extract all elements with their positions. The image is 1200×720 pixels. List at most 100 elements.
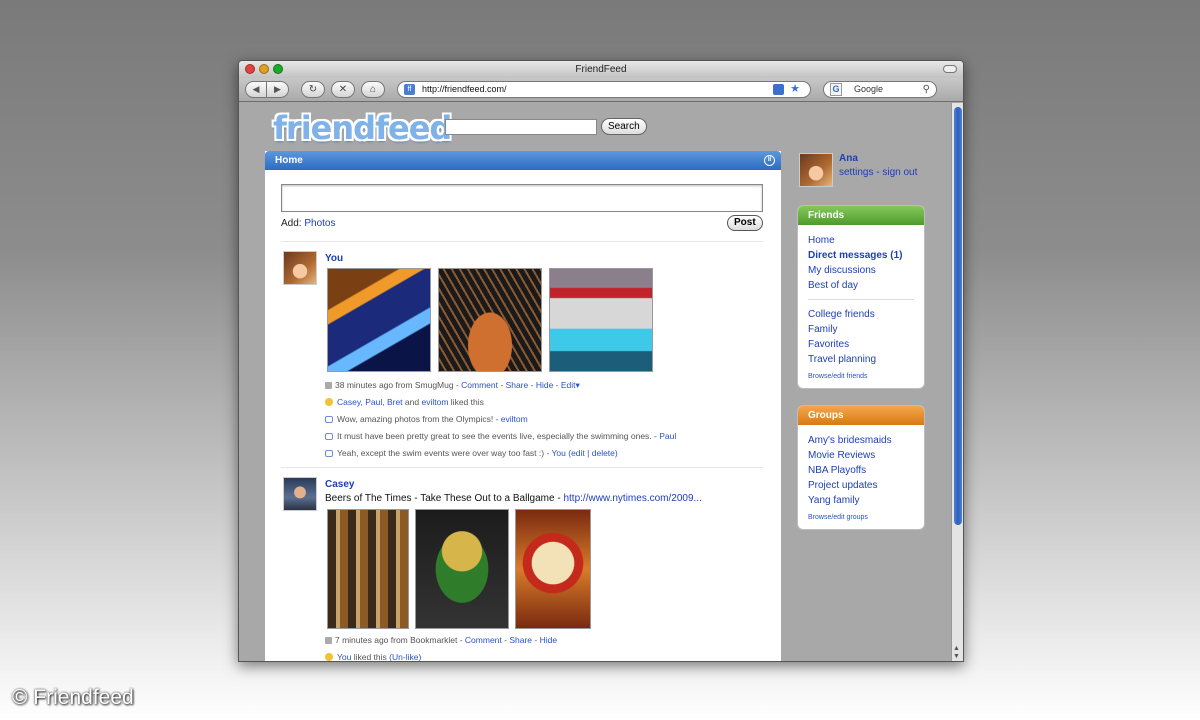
divider [281,241,763,242]
settings-link[interactable]: settings [839,167,873,178]
hide-link[interactable]: Hide [536,380,553,390]
comment-text: Yeah, except the swim events were over w… [337,448,550,458]
toolbar-toggle-button[interactable] [943,65,957,73]
user-name[interactable]: Ana [839,153,858,164]
lock-icon [325,637,332,644]
page-content: friendfeed Search Home II Add: Photos Po… [239,103,953,662]
unlike-link-text[interactable]: Un-like [392,652,418,661]
browser-search-field[interactable]: G Google ⚲ [823,81,937,98]
photo-thumbnail[interactable] [549,268,653,372]
reload-button[interactable]: ↻ [301,81,325,98]
likes-row: You liked this (Un-like) [325,652,421,662]
lock-icon [325,382,332,389]
back-arrow-icon: ◀ [252,84,260,94]
site-search-button[interactable]: Search [601,118,647,135]
home-button[interactable]: ⌂ [361,81,385,98]
comment-link[interactable]: Comment [465,635,502,645]
entry-meta: 38 minutes ago from SmugMug - Comment - … [325,380,580,391]
browse-edit-friends-link[interactable]: Browse/edit friends [798,367,924,388]
bookmark-star-icon[interactable]: ★ [790,82,800,97]
entry-title-link[interactable]: http://www.nytimes.com/2009... [563,493,701,504]
likes-suffix: liked this [353,652,387,662]
stop-button[interactable]: ✕ [331,81,355,98]
hide-link[interactable]: Hide [540,635,557,645]
comment-edit-controls: (edit | delete) [568,448,618,458]
user-avatar[interactable] [799,153,833,187]
liker-name[interactable]: Bret [387,397,403,407]
site-search-input[interactable] [445,119,597,135]
comment-author[interactable]: Paul [659,431,676,441]
friends-list-family[interactable]: Family [808,322,914,337]
share-link[interactable]: Share [509,635,532,645]
avatar-you[interactable] [283,251,317,285]
group-item[interactable]: Amy's bridesmaids [808,433,914,448]
browse-edit-groups-link[interactable]: Browse/edit groups [798,508,924,529]
vertical-scrollbar[interactable]: ▲ ▼ [951,103,963,661]
favicon-icon: ff [404,84,415,95]
liker-name[interactable]: Casey [337,397,360,407]
edit-link[interactable]: Edit▾ [561,380,580,390]
photo-thumbnail[interactable] [438,268,542,372]
liker-name[interactable]: eviltom [421,397,448,407]
friends-list: Home Direct messages (1) My discussions … [798,225,924,367]
post-composer-input[interactable] [281,184,763,212]
friends-list-travel-planning[interactable]: Travel planning [808,352,914,367]
home-icon: ⌂ [369,84,377,95]
comment-icon [325,433,333,440]
group-item[interactable]: Yang family [808,493,914,508]
add-photos-link[interactable]: Photos [304,218,335,229]
post-button[interactable]: Post [727,215,763,231]
group-item[interactable]: NBA Playoffs [808,463,914,478]
friends-item-best-of-day[interactable]: Best of day [808,278,914,293]
photo-thumbnail[interactable] [515,509,591,629]
photo-thumbnail[interactable] [327,268,431,372]
feed-panel: Home II Add: Photos Post You 38 minutes … [265,151,781,662]
share-link[interactable]: Share [506,380,529,390]
friends-list-favorites[interactable]: Favorites [808,337,914,352]
friendfeed-logo[interactable]: friendfeed [273,109,452,147]
divider [808,299,914,300]
google-icon[interactable]: G [830,83,842,96]
add-row: Add: Photos [281,218,336,229]
comment-icon [325,416,333,423]
back-button[interactable]: ◀ [245,81,267,98]
copyright-watermark: © Friendfeed [12,686,134,709]
comment-row: Yeah, except the swim events were over w… [325,448,618,458]
comment-author[interactable]: eviltom [501,414,528,424]
rss-icon[interactable] [773,84,784,95]
scroll-arrows-icon[interactable]: ▲ ▼ [953,645,960,661]
comment-delete-link[interactable]: delete [592,448,615,458]
pause-icon[interactable]: II [764,155,775,166]
url-text: http://friendfeed.com/ [422,84,507,94]
comment-link[interactable]: Comment [461,380,498,390]
forward-button[interactable]: ▶ [267,81,289,98]
minimize-window-button[interactable] [259,64,269,74]
comment-text: Wow, amazing photos from the Olympics! - [337,414,499,424]
comment-author[interactable]: You [552,448,566,458]
title-bar: FriendFeed [239,61,963,78]
address-bar[interactable]: ff http://friendfeed.com/ ★ [397,81,811,98]
sign-out-link[interactable]: sign out [882,167,917,178]
entry-author[interactable]: Casey [325,479,354,490]
scrollbar-thumb[interactable] [954,107,962,525]
friends-item-home[interactable]: Home [808,233,914,248]
like-icon [325,653,333,661]
liker-name[interactable]: You [337,652,351,661]
entry-meta: 7 minutes ago from Bookmarklet - Comment… [325,635,557,645]
comment-edit-link[interactable]: edit [571,448,585,458]
close-window-button[interactable] [245,64,255,74]
entry-author[interactable]: You [325,253,343,264]
zoom-window-button[interactable] [273,64,283,74]
forward-arrow-icon: ▶ [274,84,281,94]
friends-item-direct-messages[interactable]: Direct messages (1) [808,248,914,263]
avatar-casey[interactable] [283,477,317,511]
groups-header: Groups [798,406,924,425]
friends-item-my-discussions[interactable]: My discussions [808,263,914,278]
photo-thumbnail[interactable] [327,509,409,629]
photo-thumbnail[interactable] [415,509,509,629]
group-item[interactable]: Project updates [808,478,914,493]
friends-list-college-friends[interactable]: College friends [808,307,914,322]
comment-icon [325,450,333,457]
liker-name[interactable]: Paul [365,397,382,407]
group-item[interactable]: Movie Reviews [808,448,914,463]
